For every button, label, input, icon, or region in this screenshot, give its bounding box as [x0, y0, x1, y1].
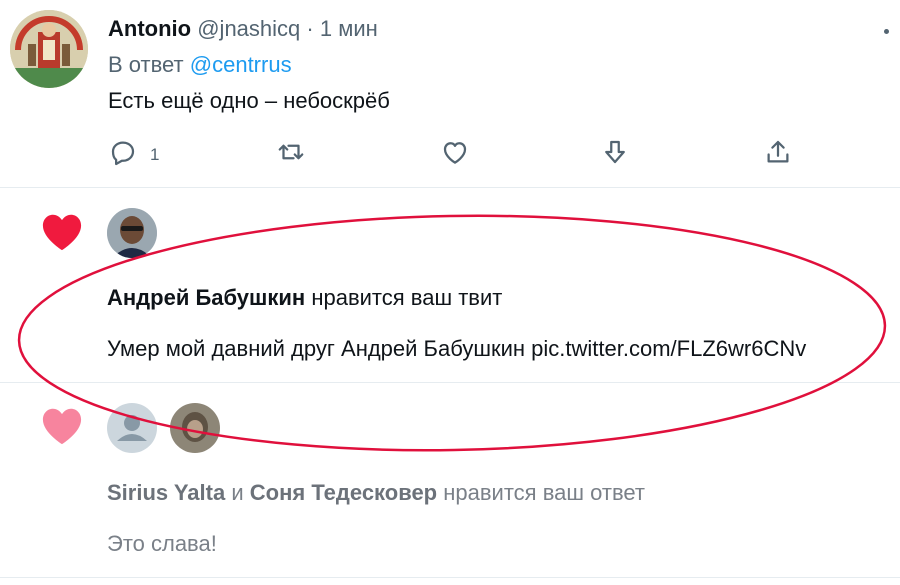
actor-name[interactable]: Андрей Бабушкин [107, 285, 305, 310]
liker-avatar[interactable] [170, 403, 220, 453]
divider [0, 382, 900, 383]
reply-count: 1 [150, 145, 160, 164]
like-button[interactable] [440, 134, 470, 170]
retweet-icon [278, 144, 304, 160]
liker-avatar-default[interactable] [107, 403, 157, 453]
reply-mention-link[interactable]: @centrrus [190, 52, 292, 77]
default-profile-icon [107, 403, 157, 453]
tweet-header: Antonio @jnashicq · 1 мин [108, 16, 378, 42]
retweet-button[interactable] [276, 134, 306, 170]
actor-name[interactable]: Sirius Yalta [107, 480, 225, 505]
bookmark-button[interactable] [600, 134, 630, 170]
tweet-time[interactable]: 1 мин [320, 16, 378, 41]
author-name[interactable]: Antonio [108, 16, 191, 41]
bookmark-icon [605, 140, 625, 164]
notification-action: нравится ваш ответ [443, 480, 645, 505]
conjunction: и [231, 480, 244, 505]
like-icon [443, 142, 467, 164]
avatar-image [10, 10, 88, 88]
share-icon [767, 140, 789, 163]
author-handle[interactable]: @jnashicq [197, 16, 300, 41]
reply-button[interactable]: 1 [108, 134, 159, 170]
heart-icon [40, 406, 84, 446]
divider [0, 187, 900, 188]
actor-name[interactable]: Соня Тедесковер [250, 480, 437, 505]
liker-avatar[interactable] [107, 208, 157, 258]
divider [0, 577, 900, 578]
notification-tweet-text[interactable]: Умер мой давний друг Андрей Бабушкин pic… [107, 336, 806, 362]
notification-reply-text[interactable]: Это слава! [107, 531, 217, 557]
avatar-image [107, 208, 157, 258]
separator-dot: · [306, 16, 314, 41]
notification-title: Андрей Бабушкин нравится ваш твит [107, 285, 502, 311]
author-avatar[interactable] [10, 10, 88, 88]
more-options-icon[interactable] [884, 29, 889, 34]
avatar-image [170, 403, 220, 453]
tweet-text: Есть ещё одно – небоскрёб [108, 88, 390, 113]
notification-title: Sirius Yalta и Соня Тедесковер нравится … [107, 480, 645, 506]
reply-prefix: В ответ [108, 52, 184, 77]
share-button[interactable] [763, 134, 793, 170]
reply-icon [111, 141, 135, 166]
notification-action: нравится ваш твит [311, 285, 503, 310]
heart-icon [40, 212, 84, 252]
tweet-actions: 1 [108, 134, 798, 170]
reply-context: В ответ @centrrus [108, 52, 292, 78]
